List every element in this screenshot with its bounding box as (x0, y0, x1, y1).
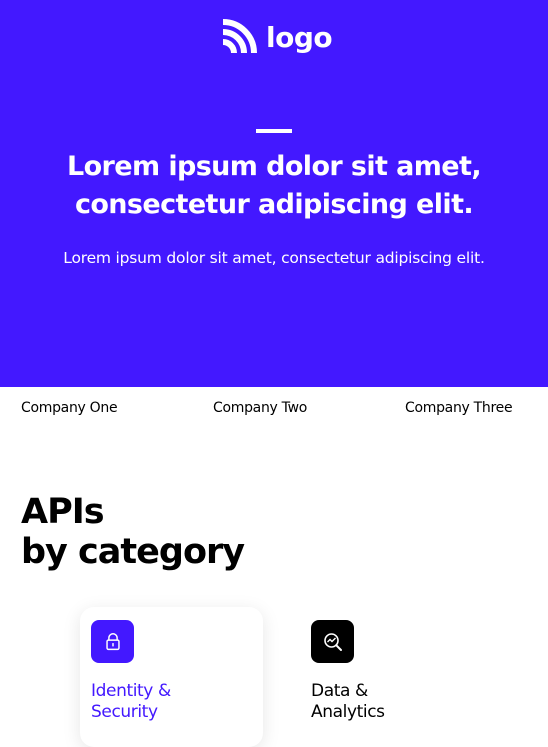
apis-title-line-1: APIs (21, 492, 105, 532)
signal-arcs-icon (222, 19, 257, 54)
hero-title: Lorem ipsum dolor sit amet, consectetur … (0, 148, 548, 224)
analytics-icon (311, 620, 354, 663)
company-name: Company Two (213, 400, 308, 416)
apis-title-line-2: by category (21, 532, 245, 572)
category-label-identity-security[interactable]: Identity & Security (91, 681, 241, 723)
company-logos-row: Company One Company Two Company Three (0, 400, 548, 422)
logo-text: logo (266, 20, 333, 54)
apis-section-title: APIs by category (21, 492, 245, 572)
hero-divider (256, 129, 292, 133)
hero-title-line-1: Lorem ipsum dolor sit amet, (67, 151, 482, 182)
company-name: Company Three (405, 400, 513, 416)
hero-subtitle: Lorem ipsum dolor sit amet, consectetur … (63, 249, 485, 267)
hero-section: logo Lorem ipsum dolor sit amet, consect… (0, 0, 548, 387)
hero-title-line-2: consectetur adipiscing elit. (74, 189, 474, 220)
company-name: Company One (21, 400, 118, 416)
category-label-data-analytics[interactable]: Data & Analytics (311, 681, 461, 723)
logo[interactable]: logo (220, 18, 333, 56)
lock-icon (91, 620, 134, 663)
